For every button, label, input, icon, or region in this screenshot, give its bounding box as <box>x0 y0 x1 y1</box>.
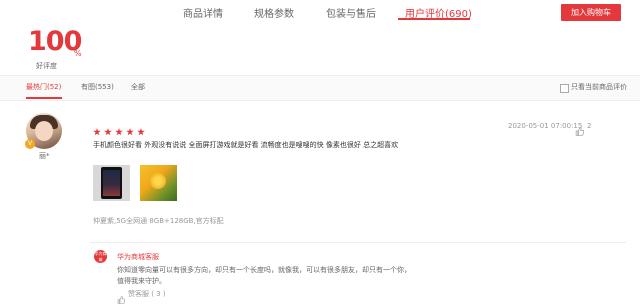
positive-rate-label: 好评度 <box>36 62 57 70</box>
like-count: 2 <box>587 122 592 130</box>
purchased-spec: 仲夏紫,5G全网通 8GB+128GB,官方标配 <box>93 217 224 225</box>
review-filter-bar: 最热门(52) 有图(553) 全部 只看当前商品评价 <box>0 75 640 101</box>
huawei-store-logo: 华为商城 <box>94 250 107 263</box>
active-filter-indicator <box>26 97 62 99</box>
only-current-product-label: 只看当前商品评价 <box>571 83 627 91</box>
positive-rate-unit: % <box>74 49 82 58</box>
thumbs-up-icon[interactable] <box>575 121 585 140</box>
thumbs-up-icon[interactable] <box>117 289 126 308</box>
review-photo-phone[interactable] <box>93 165 130 201</box>
filter-with-images[interactable]: 有图(553) <box>81 82 114 92</box>
merchant-reply: 华为商城 华为商城客服 你知道零向量可以有很多方向，却只有一个长度吗，就像我，可… <box>90 242 626 307</box>
reply-text: 你知道零向量可以有很多方向，却只有一个长度吗，就像我，可以有很多朋友，却只有一个… <box>117 266 411 285</box>
review-photo-flowers[interactable] <box>140 165 177 201</box>
reply-author: 华为商城客服 <box>117 253 159 261</box>
positive-rate: 100 % <box>28 26 82 58</box>
only-current-product-checkbox[interactable] <box>560 84 569 93</box>
add-to-cart-button[interactable]: 加入购物车 <box>561 4 621 21</box>
member-badge-icon: V <box>25 139 35 149</box>
star-icon <box>93 128 101 136</box>
tab-packaging-service[interactable]: 包装与售后 <box>326 5 376 20</box>
product-tabs: 商品详情 规格参数 包装与售后 用户评价(690) 加入购物车 <box>0 0 640 22</box>
reply-like-label[interactable]: 赞客服 ( 3 ) <box>128 289 166 299</box>
review-datetime: 2020-05-01 07:00:15 <box>508 122 583 130</box>
tab-product-details[interactable]: 商品详情 <box>183 5 223 20</box>
active-tab-indicator <box>398 18 470 20</box>
star-icon <box>126 128 134 136</box>
star-icon <box>115 128 123 136</box>
review-text: 手机颜色很好看 外观没有说说 全面屏打游戏就是好看 流畅度也是嗖嗖的快 像素也很… <box>93 141 399 149</box>
reviewer-username: 丽* <box>39 152 50 160</box>
filter-hottest[interactable]: 最热门(52) <box>26 82 61 92</box>
star-icon <box>137 128 145 136</box>
filter-all[interactable]: 全部 <box>131 82 145 92</box>
star-icon <box>104 128 112 136</box>
star-rating <box>93 121 148 140</box>
tab-specs[interactable]: 规格参数 <box>254 5 294 20</box>
